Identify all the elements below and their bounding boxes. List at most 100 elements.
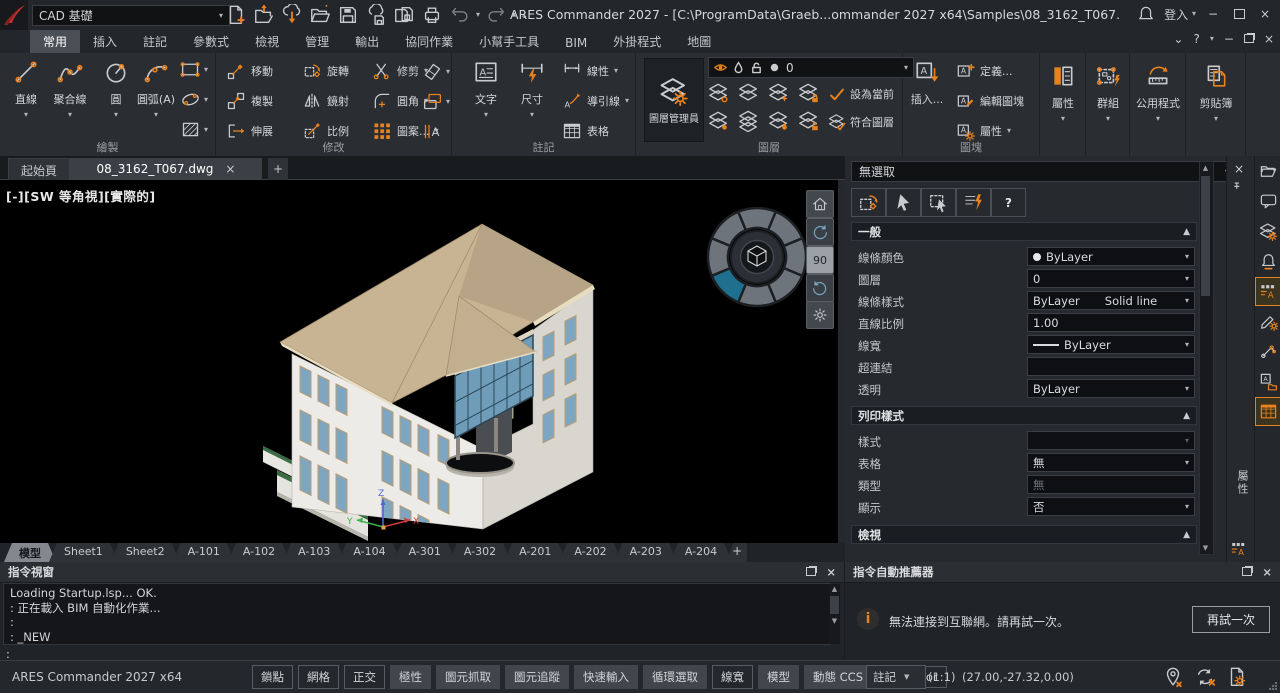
tab-start-page[interactable]: 起始頁 <box>8 158 70 182</box>
section-header[interactable]: 一般 ▲ <box>851 222 1197 241</box>
new-sheet-button[interactable]: + <box>727 543 748 562</box>
polyline-button[interactable]: 聚合線 ▾ <box>48 53 92 120</box>
float-panel-icon[interactable] <box>1242 565 1253 579</box>
property-value-input[interactable] <box>1027 357 1195 376</box>
sheet-tab-2[interactable]: Sheet2 <box>111 543 180 562</box>
annotation-scale-select[interactable]: 註記 ▼ <box>866 665 926 689</box>
property-value-lw[interactable]: ByLayer ▾ <box>1027 335 1195 354</box>
drawing-canvas[interactable]: [-][SW 等角視][實際的] X Y Z 90 <box>0 180 838 543</box>
command-prompt[interactable]: : <box>6 647 10 661</box>
right-toolbar-layer-manager-button[interactable] <box>1256 218 1280 245</box>
rotate-angle-button[interactable]: 90 <box>806 246 834 274</box>
float-panel-icon[interactable] <box>806 565 817 579</box>
sync-offline-icon[interactable] <box>1194 666 1216 688</box>
ribbon-tab-10[interactable]: 外掛程式 <box>600 30 674 53</box>
undo-button[interactable] <box>448 4 472 26</box>
group-column-button[interactable]: 群組 ▾ <box>1086 57 1130 124</box>
doc-minimize-button[interactable]: − <box>1224 32 1234 46</box>
help-tool[interactable]: ? <box>991 188 1026 217</box>
ribbon-tab-5[interactable]: 管理 <box>292 30 342 53</box>
rotate-cw-button[interactable] <box>806 274 834 302</box>
notifications-bell-icon[interactable] <box>1136 4 1156 24</box>
layer-unisolate-button[interactable] <box>738 110 762 134</box>
print-button[interactable] <box>420 4 444 26</box>
layer-combo[interactable]: 0 ▾ <box>708 57 914 78</box>
layer-manager-button[interactable]: 圖層管理員 <box>644 58 704 142</box>
layer-thaw-button[interactable] <box>768 110 792 134</box>
toggle-8[interactable]: 線寬 <box>712 665 753 689</box>
pin-icon[interactable] <box>1233 182 1246 195</box>
layer-lock-button[interactable] <box>798 82 822 106</box>
toggle-2[interactable]: 正交 <box>344 665 385 689</box>
sheet-tab-5[interactable]: A-103 <box>283 543 345 562</box>
scrollbar-thumb[interactable] <box>1201 176 1210 296</box>
rectangle-button[interactable]: ▾ <box>180 59 208 80</box>
layer-freeze-button[interactable] <box>768 82 792 106</box>
trim-button[interactable]: 修剪 ▾ <box>372 61 428 81</box>
fillet-button[interactable]: 圓角 ▾ <box>372 91 428 111</box>
doc-restore-button[interactable] <box>1243 32 1254 46</box>
toggle-4[interactable]: 圖元抓取 <box>436 665 500 689</box>
set-current-layer-button[interactable]: 設為當前 <box>828 85 894 103</box>
match-layer-button[interactable]: 符合圖層 <box>828 113 894 131</box>
undo-dropdown[interactable]: ▾ <box>476 11 480 19</box>
table-button[interactable]: 表格 <box>562 121 609 141</box>
toggle-0[interactable]: 鎖點 <box>252 665 293 689</box>
collapse-icon[interactable]: ▲ <box>1183 530 1190 540</box>
utilities-column-button[interactable]: 公用程式 ▾ <box>1136 57 1180 124</box>
offset-button[interactable]: ▾ <box>422 91 450 112</box>
sheet-tab-4[interactable]: A-102 <box>228 543 290 562</box>
ribbon-tab-8[interactable]: 小幫手工具 <box>466 30 552 53</box>
new-file-button[interactable] <box>224 4 248 26</box>
layer-unlock-button[interactable] <box>798 110 822 134</box>
ribbon-tab-11[interactable]: 地圖 <box>674 30 724 53</box>
sheet-tab-6[interactable]: A-104 <box>338 543 400 562</box>
right-toolbar-constraints-button[interactable] <box>1256 338 1280 365</box>
sheet-tab-9[interactable]: A-201 <box>504 543 566 562</box>
right-toolbar-edit-settings-button[interactable] <box>1256 308 1280 335</box>
cloud-save-button[interactable] <box>364 4 388 26</box>
mirror-button[interactable]: 鏡射 <box>302 91 349 111</box>
erase-button[interactable]: ▾ <box>422 61 450 82</box>
panel-scrollbar[interactable]: ▲ ▼ <box>1199 161 1214 555</box>
ribbon-tab-3[interactable]: 參數式 <box>180 30 242 53</box>
help-button[interactable]: ? <box>1193 32 1199 46</box>
chevron-down-icon[interactable]: ▾ <box>1185 502 1189 511</box>
box-select-tool[interactable] <box>921 188 956 217</box>
collapse-icon[interactable]: ▲ <box>1183 411 1190 421</box>
viewport-label[interactable]: [-][SW 等角視][實際的] <box>6 186 156 205</box>
line-button[interactable]: 直線 ▾ <box>4 53 48 120</box>
chevron-down-icon[interactable]: ▾ <box>1185 384 1189 393</box>
section-header[interactable]: 檢視 ▲ <box>851 525 1197 544</box>
select-tool[interactable] <box>886 188 921 217</box>
scale-button[interactable]: 比例 <box>302 121 349 141</box>
ellipse-button[interactable]: ▾ <box>180 89 208 110</box>
arc-button[interactable]: 圓弧(A) ▾ <box>134 53 178 120</box>
ribbon-tab-2[interactable]: 註記 <box>130 30 180 53</box>
linear-dim-button[interactable]: 線性 ▾ <box>562 61 618 81</box>
property-value-input-dis[interactable]: 無 <box>1027 475 1195 494</box>
dimension-button[interactable]: 尺寸 ▾ <box>510 53 554 120</box>
help-dropdown[interactable]: ▾ <box>1210 35 1214 43</box>
doc-close-button[interactable]: × <box>1264 32 1274 46</box>
property-value-combo2[interactable]: ByLayer Solid line ▾ <box>1027 291 1195 310</box>
rotate-button[interactable]: 旋轉 <box>302 61 349 81</box>
right-toolbar-open-references-button[interactable] <box>1256 158 1280 185</box>
toggle-6[interactable]: 快速輸入 <box>574 665 638 689</box>
close-panel-icon[interactable]: × <box>826 565 836 579</box>
chevron-down-icon[interactable]: ▾ <box>1185 252 1189 261</box>
ribbon-tab-0[interactable]: 常用 <box>30 30 81 53</box>
right-toolbar-blocks-palette-button[interactable]: A <box>1256 368 1280 395</box>
sheet-tab-3[interactable]: A-101 <box>173 543 235 562</box>
toggle-10[interactable]: 動態 CCS <box>804 665 873 689</box>
minimize-button[interactable]: − <box>1204 5 1222 23</box>
save-as-button[interactable] <box>392 4 416 26</box>
leader-button[interactable]: A 導引線 ▾ <box>562 91 629 111</box>
ribbon-tab-1[interactable]: 插入 <box>80 30 130 53</box>
property-value-dot[interactable]: ByLayer ▾ <box>1027 247 1195 266</box>
new-tab-button[interactable]: + <box>268 158 288 180</box>
scroll-down-icon[interactable]: ▼ <box>1200 542 1211 554</box>
properties-column-button[interactable]: 屬性 ▾ <box>1041 57 1085 124</box>
property-value-input[interactable]: 1.00 <box>1027 313 1195 332</box>
rotate-entity-tool[interactable] <box>851 188 886 217</box>
